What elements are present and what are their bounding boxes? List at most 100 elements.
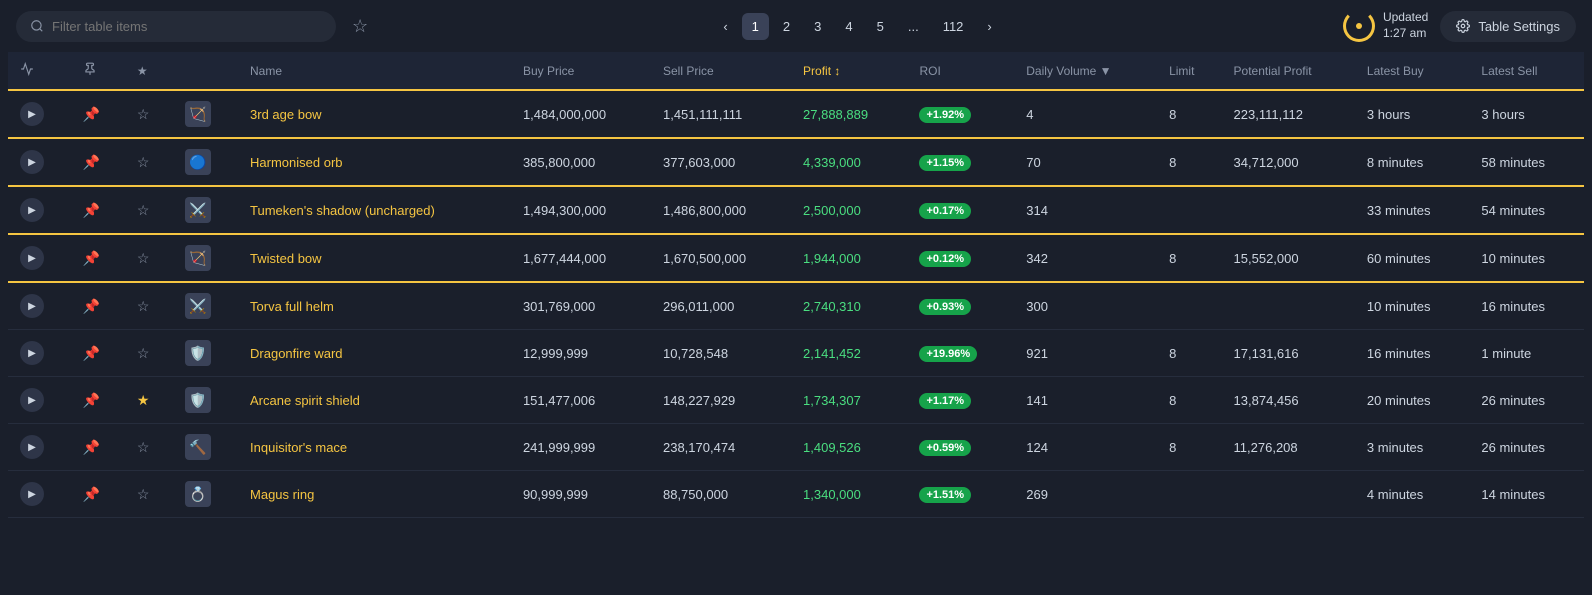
latest-sell-cell: 54 minutes [1469,186,1584,234]
star-cell: ☆ [125,424,173,471]
star-icon[interactable]: ☆ [137,250,150,266]
pagination-next[interactable]: › [977,13,1001,40]
name-cell: Dragonfire ward [238,330,511,377]
icon-cell: 🛡️ [173,377,238,424]
pin-cell: 📌 [71,186,125,234]
expand-button[interactable]: ▶ [20,198,44,222]
expand-button[interactable]: ▶ [20,388,44,412]
item-name[interactable]: Inquisitor's mace [250,440,347,455]
col-expand [8,52,71,90]
table-row: ▶ 📌 ☆ 💍 Magus ring 90,999,999 88,750,000… [8,471,1584,518]
col-potential-profit[interactable]: Potential Profit [1222,52,1355,90]
latest-buy-cell: 60 minutes [1355,234,1469,282]
table-header-row: ★ Name Buy Price Sell Price Profit ↕ ROI… [8,52,1584,90]
expand-button[interactable]: ▶ [20,482,44,506]
pin-icon[interactable]: 📌 [83,439,100,455]
expand-cell: ▶ [8,330,71,377]
buy-price-cell: 301,769,000 [511,282,651,330]
expand-button[interactable]: ▶ [20,435,44,459]
col-profit[interactable]: Profit ↕ [791,52,907,90]
pin-icon[interactable]: 📌 [83,106,100,122]
star-icon[interactable]: ☆ [137,345,150,361]
table-settings-button[interactable]: Table Settings [1440,11,1576,42]
col-roi[interactable]: ROI [907,52,1014,90]
icon-cell: ⚔️ [173,186,238,234]
item-name[interactable]: Tumeken's shadow (uncharged) [250,203,435,218]
item-name[interactable]: Magus ring [250,487,314,502]
pin-cell: 📌 [71,377,125,424]
expand-button[interactable]: ▶ [20,150,44,174]
pin-icon[interactable]: 📌 [83,154,100,170]
star-cell: ☆ [125,138,173,186]
item-name[interactable]: Harmonised orb [250,155,343,170]
table-row: ▶ 📌 ☆ 🔨 Inquisitor's mace 241,999,999 23… [8,424,1584,471]
favorite-filter-button[interactable]: ☆ [348,12,372,41]
col-name[interactable]: Name [238,52,511,90]
star-icon[interactable]: ☆ [137,486,150,502]
star-cell: ☆ [125,90,173,138]
pin-icon[interactable]: 📌 [83,202,100,218]
pagination: ‹ 1 2 3 4 5 ... 112 › [384,13,1331,40]
expand-button[interactable]: ▶ [20,246,44,270]
item-icon: 🔨 [185,434,211,460]
star-icon[interactable]: ★ [137,392,150,408]
sell-price-cell: 148,227,929 [651,377,791,424]
pagination-page-4[interactable]: 4 [835,13,862,40]
col-buy-price[interactable]: Buy Price [511,52,651,90]
star-icon[interactable]: ☆ [137,106,150,122]
latest-buy-cell: 20 minutes [1355,377,1469,424]
sell-price-cell: 377,603,000 [651,138,791,186]
pin-icon[interactable]: 📌 [83,345,100,361]
star-icon[interactable]: ☆ [137,202,150,218]
roi-cell: +0.59% [907,424,1014,471]
roi-badge: +1.15% [919,155,971,171]
item-icon: ⚔️ [185,197,211,223]
roi-cell: +1.15% [907,138,1014,186]
star-icon[interactable]: ☆ [137,439,150,455]
name-cell: Twisted bow [238,234,511,282]
pagination-page-1[interactable]: 1 [742,13,769,40]
profit-cell: 2,141,452 [791,330,907,377]
item-name[interactable]: Torva full helm [250,299,334,314]
pin-icon[interactable]: 📌 [83,392,100,408]
search-input[interactable] [52,19,322,34]
pagination-page-2[interactable]: 2 [773,13,800,40]
profit-cell: 2,740,310 [791,282,907,330]
pin-cell: 📌 [71,234,125,282]
profit-value: 2,740,310 [803,299,861,314]
item-name[interactable]: Dragonfire ward [250,346,343,361]
expand-button[interactable]: ▶ [20,102,44,126]
pin-icon[interactable]: 📌 [83,486,100,502]
roi-badge: +0.59% [919,440,971,456]
limit-cell: 8 [1157,377,1221,424]
pin-icon[interactable]: 📌 [83,298,100,314]
col-latest-buy[interactable]: Latest Buy [1355,52,1469,90]
profit-value: 4,339,000 [803,155,861,170]
pagination-page-112[interactable]: 112 [933,13,974,40]
star-icon[interactable]: ☆ [137,154,150,170]
buy-price-cell: 90,999,999 [511,471,651,518]
col-latest-sell[interactable]: Latest Sell [1469,52,1584,90]
daily-volume-cell: 141 [1014,377,1157,424]
roi-badge: +0.17% [919,203,971,219]
pagination-page-5[interactable]: 5 [867,13,894,40]
pin-cell: 📌 [71,330,125,377]
item-icon: 🛡️ [185,387,211,413]
item-name[interactable]: 3rd age bow [250,107,322,122]
pagination-page-3[interactable]: 3 [804,13,831,40]
item-name[interactable]: Arcane spirit shield [250,393,360,408]
latest-sell-cell: 1 minute [1469,330,1584,377]
expand-cell: ▶ [8,186,71,234]
gear-icon [1456,19,1470,33]
col-limit[interactable]: Limit [1157,52,1221,90]
pin-icon[interactable]: 📌 [83,250,100,266]
expand-button[interactable]: ▶ [20,341,44,365]
star-icon[interactable]: ☆ [137,298,150,314]
item-icon: 🔵 [185,149,211,175]
limit-cell: 8 [1157,330,1221,377]
expand-button[interactable]: ▶ [20,294,44,318]
pagination-prev[interactable]: ‹ [713,13,737,40]
item-name[interactable]: Twisted bow [250,251,322,266]
col-sell-price[interactable]: Sell Price [651,52,791,90]
col-daily-volume[interactable]: Daily Volume ▼ [1014,52,1157,90]
